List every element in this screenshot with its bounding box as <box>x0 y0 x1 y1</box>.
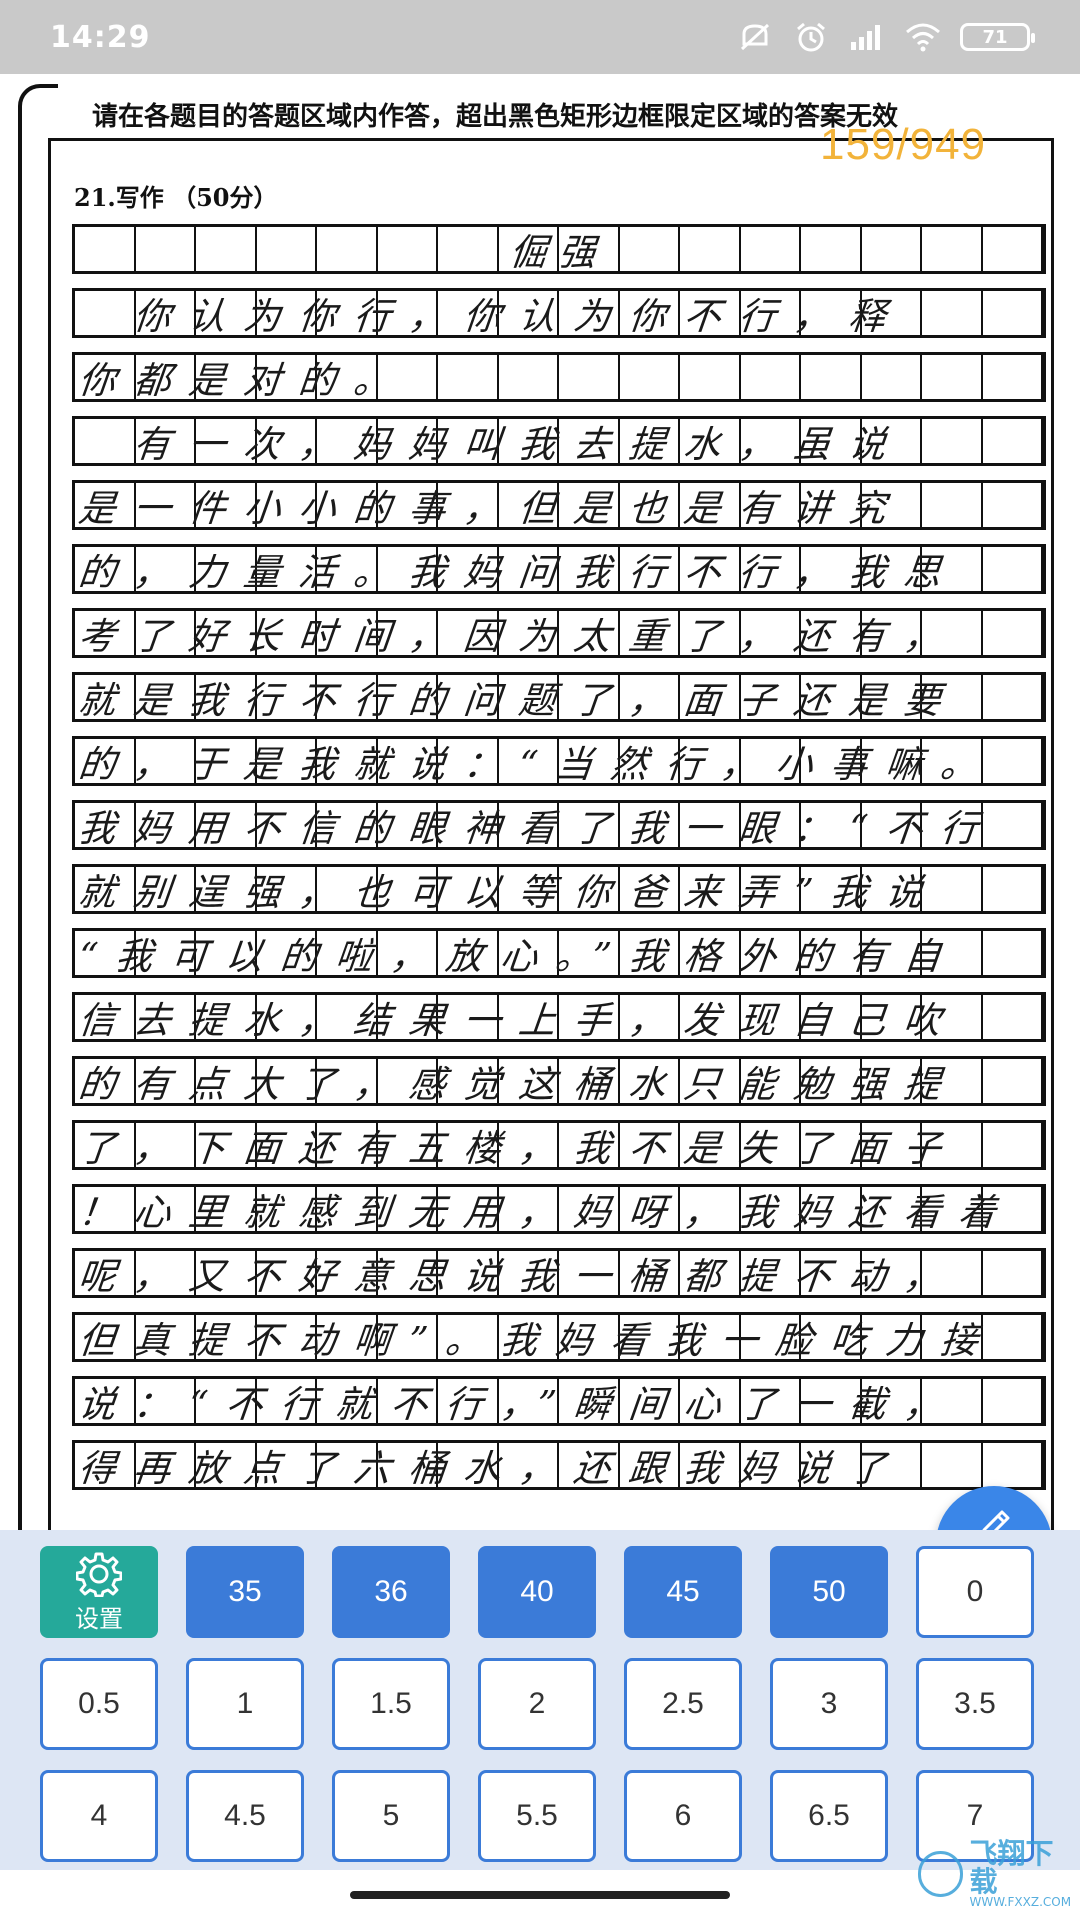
grid-row: 的，力量活。我妈问我行不行，我思 <box>72 544 1046 594</box>
home-gesture-handle[interactable] <box>350 1891 730 1899</box>
score-key-2-5[interactable]: 2.5 <box>624 1658 742 1750</box>
score-key-5[interactable]: 5 <box>332 1770 450 1862</box>
score-key-36[interactable]: 36 <box>332 1546 450 1638</box>
essay-line: 我妈用不信的眼神看了我一眼：“不行 <box>76 807 998 847</box>
alarm-icon <box>792 20 830 54</box>
grid-row: 说：“不行就不行，”瞬间心了一截， <box>72 1376 1046 1426</box>
essay-line: 就是我行不行的问题了，面子还是要 <box>76 679 961 719</box>
score-key-1-5[interactable]: 1.5 <box>332 1658 450 1750</box>
essay-line: ！心里就感到无用，妈呀，我妈还看着 <box>76 1191 1016 1231</box>
grid-row: 就是我行不行的问题了，面子还是要 <box>72 672 1046 722</box>
score-key-40[interactable]: 40 <box>478 1546 596 1638</box>
essay-line: 的有点大了，感觉这桶水只能勉强提 <box>76 1063 961 1103</box>
mute-icon <box>736 20 774 54</box>
grid-row: 得再放点了六桶水，还跟我妈说了 <box>72 1440 1046 1490</box>
essay-line: 有一次，妈妈叫我去提水，虽说 <box>76 423 906 463</box>
grid-row: 的有点大了，感觉这桶水只能勉强提 <box>72 1056 1046 1106</box>
essay-line: 但真提不动啊”。我妈看我一脸吃力接 <box>76 1319 998 1359</box>
grid-row: 呢，又不好意思说我一桶都提不动， <box>72 1248 1046 1298</box>
essay-line: 你都是对的。 <box>76 359 411 399</box>
essay-line: 信去提水，结果一上手，发现自己吹 <box>76 999 961 1039</box>
answer-sheet[interactable]: 请在各题目的答题区域内作答，超出黑色矩形边框限定区域的答案无效 159/949 … <box>0 74 1080 1534</box>
status-bar: 14:29 71 <box>0 0 1080 74</box>
site-watermark: 飞翔下载 WWW.FXXZ.COM <box>918 1840 1080 1908</box>
essay-line: 是一件小小的事，但是也是有讲究 <box>76 487 906 527</box>
score-key-50[interactable]: 50 <box>770 1546 888 1638</box>
essay-line: “我可以的啦，放心。”我格外的有自 <box>76 935 962 975</box>
score-key-5-5[interactable]: 5.5 <box>478 1770 596 1862</box>
score-key-1[interactable]: 1 <box>186 1658 304 1750</box>
essay-line: 呢，又不好意思说我一桶都提不动， <box>76 1255 961 1295</box>
wifi-icon <box>904 20 942 54</box>
essay-line: 得再放点了六桶水，还跟我妈说了 <box>76 1447 906 1487</box>
sheet-header: 请在各题目的答题区域内作答，超出黑色矩形边框限定区域的答案无效 <box>92 102 899 132</box>
essay-line: 的，力量活。我妈问我行不行，我思 <box>76 551 961 591</box>
essay-line: 说：“不行就不行，”瞬间心了一截， <box>76 1383 962 1423</box>
signal-icon <box>848 20 886 54</box>
status-time: 14:29 <box>50 19 151 55</box>
page-counter: 159/949 <box>820 120 987 169</box>
status-icons: 71 <box>736 20 1035 54</box>
watermark-logo-icon <box>918 1851 964 1897</box>
grid-row: ！心里就感到无用，妈呀，我妈还看着 <box>72 1184 1046 1234</box>
grid-row: 是一件小小的事，但是也是有讲究 <box>72 480 1046 530</box>
grid-row: “我可以的啦，放心。”我格外的有自 <box>72 928 1046 978</box>
score-key-3[interactable]: 3 <box>770 1658 888 1750</box>
grid-row: 你认为你行，你认为你不行，释 <box>72 288 1046 338</box>
grid-row: 考了好长时间，因为太重了，还有， <box>72 608 1046 658</box>
grid-row: 就别逞强，也可以等你爸来弄”我说 <box>72 864 1046 914</box>
score-key-3-5[interactable]: 3.5 <box>916 1658 1034 1750</box>
essay-line: 考了好长时间，因为太重了，还有， <box>76 615 961 655</box>
settings-button[interactable]: 设置 <box>40 1546 158 1638</box>
score-key-35[interactable]: 35 <box>186 1546 304 1638</box>
grid-row: 我妈用不信的眼神看了我一眼：“不行 <box>72 800 1046 850</box>
battery-icon: 71 <box>960 23 1035 51</box>
score-key-6-5[interactable]: 6.5 <box>770 1770 888 1862</box>
watermark-cn: 飞翔下载 <box>969 1837 1054 1898</box>
score-key-4[interactable]: 4 <box>40 1770 158 1862</box>
essay-line: 了，下面还有五楼，我不是失了面子 <box>76 1127 961 1167</box>
grid-row: 你都是对的。 <box>72 352 1046 402</box>
essay-line: 的，于是我就说：“当然行，小事嘛。 <box>76 743 998 783</box>
score-key-0[interactable]: 0 <box>916 1546 1034 1638</box>
score-key-2[interactable]: 2 <box>478 1658 596 1750</box>
score-key-0-5[interactable]: 0.5 <box>40 1658 158 1750</box>
grid-row: 信去提水，结果一上手，发现自己吹 <box>72 992 1046 1042</box>
score-key-6[interactable]: 6 <box>624 1770 742 1862</box>
essay-line: 就别逞强，也可以等你爸来弄”我说 <box>76 871 943 911</box>
essay-title: 倔强 <box>507 231 610 271</box>
score-keypad: 设置 35 36 40 45 50 0 0.5 1 1.5 2 2.5 3 3.… <box>0 1530 1080 1870</box>
settings-label: 设置 <box>75 1605 123 1633</box>
writing-grid: 倔强 你认为你行，你认为你不行，释 你都是对的。 有一次，妈妈叫我去提水，虽说 是一… <box>72 224 1052 1504</box>
keypad-row-2: 0.5 1 1.5 2 2.5 3 3.5 <box>40 1658 1060 1750</box>
score-key-45[interactable]: 45 <box>624 1546 742 1638</box>
keypad-row-1: 设置 35 36 40 45 50 0 <box>40 1546 1060 1638</box>
gear-icon <box>76 1552 122 1597</box>
grid-row: 但真提不动啊”。我妈看我一脸吃力接 <box>72 1312 1046 1362</box>
score-key-4-5[interactable]: 4.5 <box>186 1770 304 1862</box>
battery-level: 71 <box>982 26 1008 48</box>
grid-row: 倔强 <box>72 224 1046 274</box>
grid-row: 有一次，妈妈叫我去提水，虽说 <box>72 416 1046 466</box>
watermark-url: WWW.FXXZ.COM <box>969 1895 1072 1909</box>
keypad-row-3: 4 4.5 5 5.5 6 6.5 7 <box>40 1770 1060 1862</box>
essay-line: 你认为你行，你认为你不行，释 <box>76 295 906 335</box>
grid-row: 的，于是我就说：“当然行，小事嘛。 <box>72 736 1046 786</box>
grid-row: 了，下面还有五楼，我不是失了面子 <box>72 1120 1046 1170</box>
question-title: 21.写作 （50分） <box>74 183 278 212</box>
watermark-text: 飞翔下载 WWW.FXXZ.COM <box>969 1837 1080 1909</box>
